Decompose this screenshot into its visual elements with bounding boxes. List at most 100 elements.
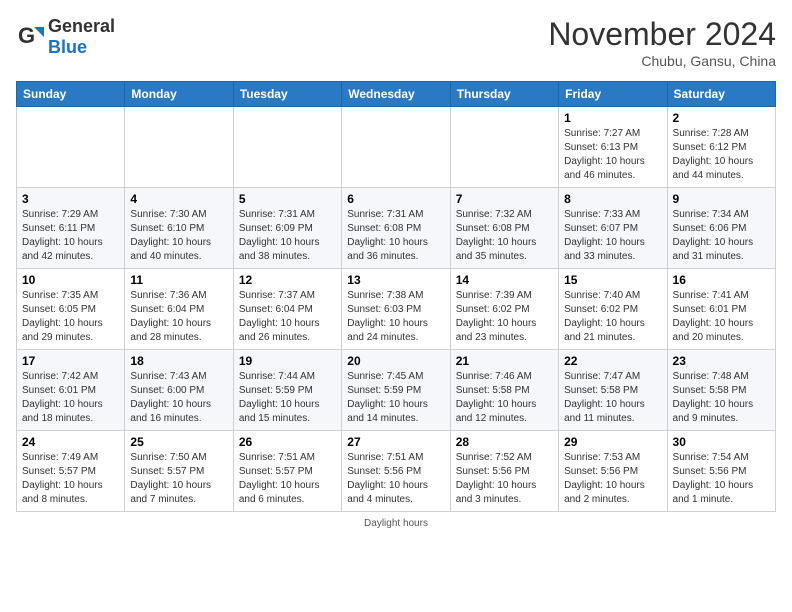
day-info: Sunrise: 7:31 AM Sunset: 6:09 PM Dayligh… xyxy=(239,208,336,264)
calendar-cell: 28 Sunrise: 7:52 AM Sunset: 5:56 PM Dayli… xyxy=(450,431,558,512)
day-number: 24 xyxy=(22,435,119,449)
day-number: 2 xyxy=(673,111,770,125)
day-number: 1 xyxy=(564,111,661,125)
calendar-cell: 9Sunrise: 7:34 AM Sunset: 6:06 PM Daylig… xyxy=(667,188,775,269)
logo: G General Blue xyxy=(16,16,115,58)
day-number: 9 xyxy=(673,192,770,206)
day-info: Sunrise: 7:47 AM Sunset: 5:58 PM Dayligh… xyxy=(564,370,661,426)
calendar-cell xyxy=(17,107,125,188)
calendar-cell: 24 Sunrise: 7:49 AM Sunset: 5:57 PM Dayli… xyxy=(17,431,125,512)
day-info: Sunrise: 7:41 AM Sunset: 6:01 PM Dayligh… xyxy=(673,289,770,345)
day-info: Sunrise: 7:46 AM Sunset: 5:58 PM Dayligh… xyxy=(456,370,553,426)
day-number: 10 xyxy=(22,273,119,287)
day-info: Sunrise: 7:33 AM Sunset: 6:07 PM Dayligh… xyxy=(564,208,661,264)
day-number: 6 xyxy=(347,192,444,206)
location-subtitle: Chubu, Gansu, China xyxy=(548,53,776,69)
day-number: 29 xyxy=(564,435,661,449)
day-info: Sunrise: 7:35 AM Sunset: 6:05 PM Dayligh… xyxy=(22,289,119,345)
day-info: Sunrise: 7:32 AM Sunset: 6:08 PM Dayligh… xyxy=(456,208,553,264)
day-number: 25 xyxy=(130,435,227,449)
day-number: 8 xyxy=(564,192,661,206)
calendar-cell: 5 Sunrise: 7:31 AM Sunset: 6:09 PM Daylig… xyxy=(233,188,341,269)
calendar-cell: 16 Sunrise: 7:41 AM Sunset: 6:01 PM Dayli… xyxy=(667,269,775,350)
day-info: Sunrise: 7:51 AM Sunset: 5:57 PM Dayligh… xyxy=(239,451,336,507)
day-number: 20 xyxy=(347,354,444,368)
day-info: Sunrise: 7:54 AM Sunset: 5:56 PM Dayligh… xyxy=(673,451,770,507)
calendar-cell xyxy=(342,107,450,188)
title-block: November 2024 Chubu, Gansu, China xyxy=(548,16,776,69)
calendar-week-row: 1 Sunrise: 7:27 AM Sunset: 6:13 PM Daylig… xyxy=(17,107,776,188)
day-info: Sunrise: 7:27 AM Sunset: 6:13 PM Dayligh… xyxy=(564,127,661,183)
calendar-cell: 1 Sunrise: 7:27 AM Sunset: 6:13 PM Daylig… xyxy=(559,107,667,188)
day-info: Sunrise: 7:53 AM Sunset: 5:56 PM Dayligh… xyxy=(564,451,661,507)
page-header: G General Blue November 2024 Chubu, Gans… xyxy=(16,16,776,69)
day-number: 17 xyxy=(22,354,119,368)
day-info: Sunrise: 7:44 AM Sunset: 5:59 PM Dayligh… xyxy=(239,370,336,426)
day-number: 21 xyxy=(456,354,553,368)
footer: Daylight hours xyxy=(16,518,776,529)
day-number: 7 xyxy=(456,192,553,206)
day-number: 28 xyxy=(456,435,553,449)
calendar-cell: 27 Sunrise: 7:51 AM Sunset: 5:56 PM Dayli… xyxy=(342,431,450,512)
weekday-header: Sunday xyxy=(17,82,125,107)
calendar-cell: 21 Sunrise: 7:46 AM Sunset: 5:58 PM Dayli… xyxy=(450,350,558,431)
calendar-cell xyxy=(125,107,233,188)
calendar-cell: 3Sunrise: 7:29 AM Sunset: 6:11 PM Daylig… xyxy=(17,188,125,269)
calendar-cell: 20 Sunrise: 7:45 AM Sunset: 5:59 PM Dayli… xyxy=(342,350,450,431)
day-number: 4 xyxy=(130,192,227,206)
calendar-week-row: 24 Sunrise: 7:49 AM Sunset: 5:57 PM Dayli… xyxy=(17,431,776,512)
weekday-header: Saturday xyxy=(667,82,775,107)
day-info: Sunrise: 7:50 AM Sunset: 5:57 PM Dayligh… xyxy=(130,451,227,507)
day-info: Sunrise: 7:38 AM Sunset: 6:03 PM Dayligh… xyxy=(347,289,444,345)
weekday-header: Friday xyxy=(559,82,667,107)
day-info: Sunrise: 7:31 AM Sunset: 6:08 PM Dayligh… xyxy=(347,208,444,264)
calendar-cell: 6 Sunrise: 7:31 AM Sunset: 6:08 PM Daylig… xyxy=(342,188,450,269)
weekday-header: Monday xyxy=(125,82,233,107)
day-info: Sunrise: 7:30 AM Sunset: 6:10 PM Dayligh… xyxy=(130,208,227,264)
day-info: Sunrise: 7:40 AM Sunset: 6:02 PM Dayligh… xyxy=(564,289,661,345)
calendar-cell xyxy=(450,107,558,188)
day-info: Sunrise: 7:42 AM Sunset: 6:01 PM Dayligh… xyxy=(22,370,119,426)
day-number: 26 xyxy=(239,435,336,449)
calendar-cell: 15 Sunrise: 7:40 AM Sunset: 6:02 PM Dayli… xyxy=(559,269,667,350)
day-info: Sunrise: 7:45 AM Sunset: 5:59 PM Dayligh… xyxy=(347,370,444,426)
day-number: 27 xyxy=(347,435,444,449)
day-number: 14 xyxy=(456,273,553,287)
month-title: November 2024 xyxy=(548,16,776,53)
day-info: Sunrise: 7:51 AM Sunset: 5:56 PM Dayligh… xyxy=(347,451,444,507)
day-number: 15 xyxy=(564,273,661,287)
day-info: Sunrise: 7:43 AM Sunset: 6:00 PM Dayligh… xyxy=(130,370,227,426)
day-info: Sunrise: 7:49 AM Sunset: 5:57 PM Dayligh… xyxy=(22,451,119,507)
day-info: Sunrise: 7:28 AM Sunset: 6:12 PM Dayligh… xyxy=(673,127,770,183)
day-number: 13 xyxy=(347,273,444,287)
day-info: Sunrise: 7:39 AM Sunset: 6:02 PM Dayligh… xyxy=(456,289,553,345)
calendar-cell: 22Sunrise: 7:47 AM Sunset: 5:58 PM Dayli… xyxy=(559,350,667,431)
calendar-table: SundayMondayTuesdayWednesdayThursdayFrid… xyxy=(16,81,776,512)
day-info: Sunrise: 7:36 AM Sunset: 6:04 PM Dayligh… xyxy=(130,289,227,345)
weekday-header-row: SundayMondayTuesdayWednesdayThursdayFrid… xyxy=(17,82,776,107)
day-number: 5 xyxy=(239,192,336,206)
calendar-cell: 11Sunrise: 7:36 AM Sunset: 6:04 PM Dayli… xyxy=(125,269,233,350)
day-info: Sunrise: 7:37 AM Sunset: 6:04 PM Dayligh… xyxy=(239,289,336,345)
calendar-cell: 26 Sunrise: 7:51 AM Sunset: 5:57 PM Dayli… xyxy=(233,431,341,512)
calendar-cell xyxy=(233,107,341,188)
weekday-header: Thursday xyxy=(450,82,558,107)
weekday-header: Tuesday xyxy=(233,82,341,107)
calendar-cell: 8 Sunrise: 7:33 AM Sunset: 6:07 PM Daylig… xyxy=(559,188,667,269)
day-number: 16 xyxy=(673,273,770,287)
day-number: 3 xyxy=(22,192,119,206)
calendar-cell: 14 Sunrise: 7:39 AM Sunset: 6:02 PM Dayli… xyxy=(450,269,558,350)
calendar-cell: 19Sunrise: 7:44 AM Sunset: 5:59 PM Dayli… xyxy=(233,350,341,431)
calendar-week-row: 17 Sunrise: 7:42 AM Sunset: 6:01 PM Dayli… xyxy=(17,350,776,431)
day-number: 30 xyxy=(673,435,770,449)
calendar-cell: 10 Sunrise: 7:35 AM Sunset: 6:05 PM Dayli… xyxy=(17,269,125,350)
day-info: Sunrise: 7:48 AM Sunset: 5:58 PM Dayligh… xyxy=(673,370,770,426)
calendar-cell: 13 Sunrise: 7:38 AM Sunset: 6:03 PM Dayli… xyxy=(342,269,450,350)
day-info: Sunrise: 7:52 AM Sunset: 5:56 PM Dayligh… xyxy=(456,451,553,507)
calendar-cell: 25 Sunrise: 7:50 AM Sunset: 5:57 PM Dayli… xyxy=(125,431,233,512)
calendar-cell: 7 Sunrise: 7:32 AM Sunset: 6:08 PM Daylig… xyxy=(450,188,558,269)
logo-icon: G xyxy=(16,23,44,51)
svg-text:G: G xyxy=(18,23,35,48)
calendar-cell: 29 Sunrise: 7:53 AM Sunset: 5:56 PM Dayli… xyxy=(559,431,667,512)
day-number: 18 xyxy=(130,354,227,368)
